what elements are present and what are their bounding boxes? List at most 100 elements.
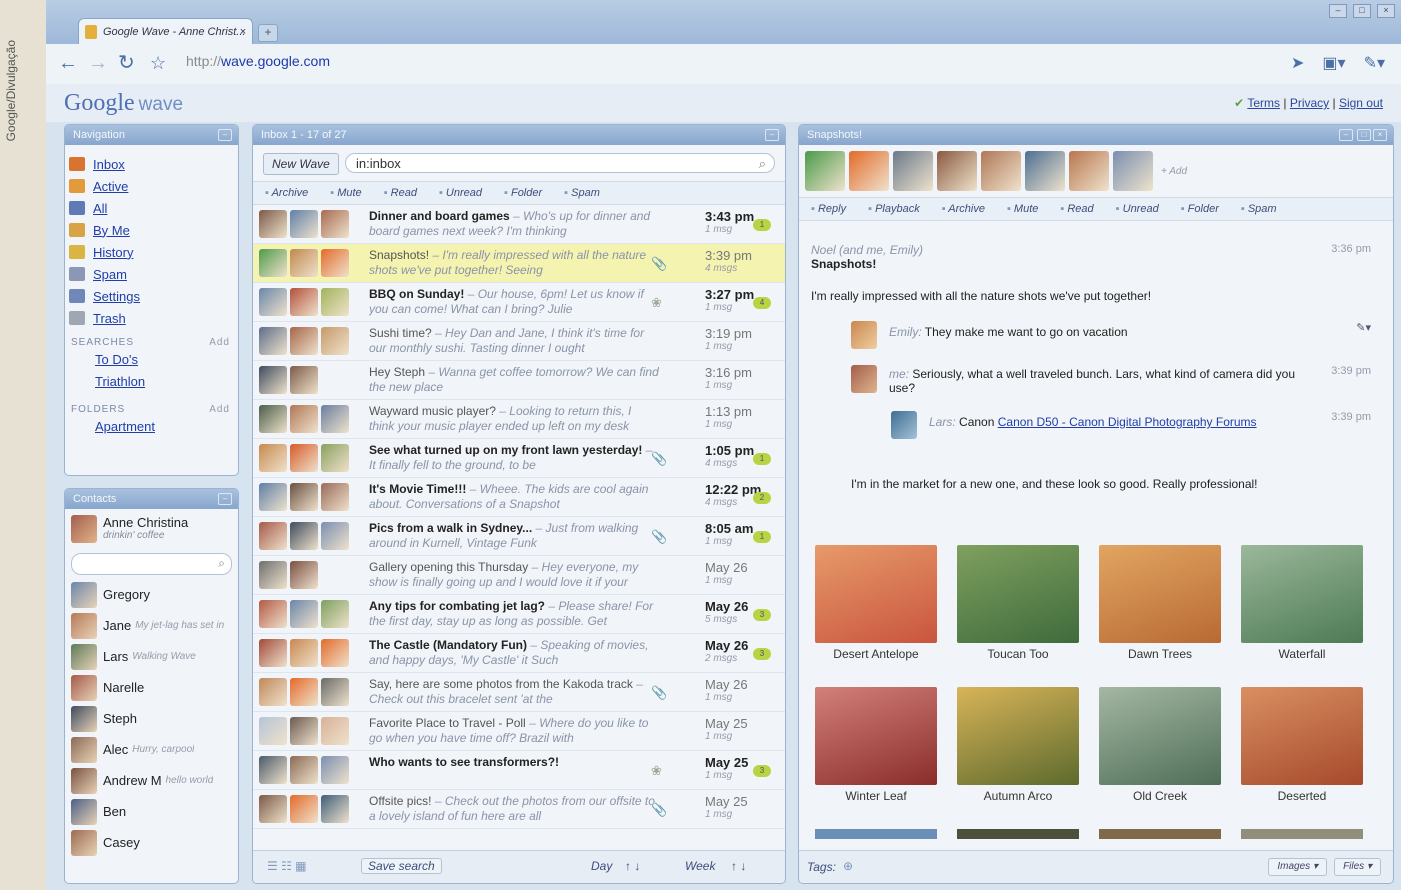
- wave-participant-avatar[interactable]: [937, 151, 977, 191]
- wave-participant-avatar[interactable]: [1069, 151, 1109, 191]
- terms-link[interactable]: Terms: [1247, 96, 1280, 110]
- inbox-action-read[interactable]: Read: [384, 187, 417, 199]
- folder-item[interactable]: Apartment: [95, 419, 238, 441]
- sort-day-arrows-icon[interactable]: ↑ ↓: [625, 859, 640, 873]
- photo-thumb-partial[interactable]: [1241, 829, 1363, 839]
- reply-blip-me[interactable]: me: Seriously, what a well traveled bunc…: [851, 365, 1371, 395]
- nav-item-label[interactable]: Active: [93, 179, 128, 194]
- minimize-inbox-icon[interactable]: –: [765, 129, 779, 141]
- photo-thumb-partial[interactable]: [815, 829, 937, 839]
- photo-thumbnail[interactable]: [815, 545, 937, 643]
- close-wave-icon[interactable]: ×: [1373, 129, 1387, 141]
- nav-item-label[interactable]: Spam: [93, 267, 127, 282]
- wave-action-archive[interactable]: Archive: [942, 203, 985, 215]
- reload-icon[interactable]: ↻: [118, 53, 135, 73]
- maximize-wave-icon[interactable]: □: [1357, 129, 1371, 141]
- searche-link[interactable]: To Do's: [95, 352, 138, 367]
- photo-thumbnail[interactable]: [1099, 545, 1221, 643]
- photo-thumbnail[interactable]: [1241, 545, 1363, 643]
- wave-row[interactable]: Any tips for combating jet lag? – Please…: [253, 595, 785, 634]
- photo-thumbnail[interactable]: [957, 545, 1079, 643]
- wave-action-spam[interactable]: Spam: [1241, 203, 1277, 215]
- contact-item[interactable]: Ben: [65, 796, 238, 827]
- inbox-action-spam[interactable]: Spam: [564, 187, 600, 199]
- inbox-search-input[interactable]: in:inbox ⌕: [345, 153, 775, 173]
- wave-row[interactable]: Who wants to see transformers?! May 25 1 …: [253, 751, 785, 790]
- wave-action-reply[interactable]: Reply: [811, 203, 846, 215]
- address-bar[interactable]: http://wave.google.com: [186, 53, 330, 69]
- inbox-action-mute[interactable]: Mute: [330, 187, 361, 199]
- minimize-icon[interactable]: –: [1329, 4, 1347, 18]
- minimize-contacts-icon[interactable]: –: [218, 493, 232, 505]
- wave-participant-avatar[interactable]: [1113, 151, 1153, 191]
- back-arrow-icon[interactable]: ←: [58, 53, 78, 73]
- contact-item[interactable]: Alec Hurry, carpool: [65, 734, 238, 765]
- photo-thumbnail[interactable]: [1241, 687, 1363, 785]
- sign-out-link[interactable]: Sign out: [1339, 96, 1383, 110]
- wave-row[interactable]: Snapshots! – I'm really impressed with a…: [253, 244, 785, 283]
- wave-row[interactable]: See what turned up on my front lawn yest…: [253, 439, 785, 478]
- searche-link[interactable]: Triathlon: [95, 374, 145, 389]
- privacy-link[interactable]: Privacy: [1290, 96, 1329, 110]
- wave-row[interactable]: BBQ on Sunday! – Our house, 6pm! Let us …: [253, 283, 785, 322]
- contact-item[interactable]: Casey: [65, 827, 238, 858]
- nav-item-label[interactable]: Settings: [93, 289, 140, 304]
- wave-row[interactable]: Pics from a walk in Sydney... – Just fro…: [253, 517, 785, 556]
- nav-item-all[interactable]: All: [69, 197, 238, 219]
- close-window-icon[interactable]: ×: [1377, 4, 1395, 18]
- nav-item-trash[interactable]: Trash: [69, 307, 238, 329]
- wave-row[interactable]: Gallery opening this Thursday – Hey ever…: [253, 556, 785, 595]
- add-tag-icon[interactable]: ⊕: [843, 859, 853, 873]
- close-tab-icon[interactable]: ×: [240, 19, 246, 44]
- nav-item-label[interactable]: History: [93, 245, 133, 260]
- wave-participant-avatar[interactable]: [981, 151, 1021, 191]
- wave-row[interactable]: Hey Steph – Wanna get coffee tomorrow? W…: [253, 361, 785, 400]
- wave-row[interactable]: Offsite pics! – Check out the photos fro…: [253, 790, 785, 829]
- wave-participant-avatar[interactable]: [1025, 151, 1065, 191]
- page-menu-icon[interactable]: ▣▾: [1322, 53, 1345, 73]
- list-view-icon[interactable]: ☰ ☷ ▦: [267, 859, 307, 873]
- maximize-icon[interactable]: □: [1353, 4, 1371, 18]
- minimize-panel-icon[interactable]: –: [218, 129, 232, 141]
- new-tab-button[interactable]: +: [258, 24, 278, 42]
- images-button[interactable]: Images ▾: [1268, 858, 1327, 876]
- folder-link[interactable]: Apartment: [95, 419, 155, 434]
- contact-item[interactable]: Narelle: [65, 672, 238, 703]
- wave-participant-avatar[interactable]: [849, 151, 889, 191]
- add-search-button[interactable]: Add: [209, 337, 230, 348]
- forward-arrow-icon[interactable]: →: [88, 53, 108, 73]
- wrench-menu-icon[interactable]: ✎▾: [1364, 53, 1385, 73]
- files-button[interactable]: Files ▾: [1334, 858, 1381, 876]
- nav-item-active[interactable]: Active: [69, 175, 238, 197]
- wave-action-folder[interactable]: Folder: [1181, 203, 1219, 215]
- photo-thumbnail[interactable]: [1099, 687, 1221, 785]
- nav-item-label[interactable]: Trash: [93, 311, 126, 326]
- root-blip[interactable]: Noel (and me, Emily) 3:36 pm Snapshots! …: [811, 243, 1371, 303]
- photo-thumb-partial[interactable]: [957, 829, 1079, 839]
- contact-item[interactable]: Andrew Mhello world: [65, 765, 238, 796]
- wave-row[interactable]: Sushi time? – Hey Dan and Jane, I think …: [253, 322, 785, 361]
- searche-item[interactable]: To Do's: [95, 352, 238, 374]
- blip-menu-icon[interactable]: ✎▾: [1356, 321, 1371, 334]
- wave-row[interactable]: It's Movie Time!!! – Wheee. The kids are…: [253, 478, 785, 517]
- wave-action-playback[interactable]: Playback: [868, 203, 920, 215]
- wave-row[interactable]: The Castle (Mandatory Fun) – Speaking of…: [253, 634, 785, 673]
- wave-row[interactable]: Say, here are some photos from the Kakod…: [253, 673, 785, 712]
- wave-action-unread[interactable]: Unread: [1116, 203, 1159, 215]
- camera-link[interactable]: Canon D50 - Canon Digital Photography Fo…: [998, 415, 1257, 429]
- nav-item-spam[interactable]: Spam: [69, 263, 238, 285]
- photo-thumbnail[interactable]: [957, 687, 1079, 785]
- sort-week-arrows-icon[interactable]: ↑ ↓: [731, 859, 746, 873]
- inbox-action-unread[interactable]: Unread: [439, 187, 482, 199]
- inbox-action-folder[interactable]: Folder: [504, 187, 542, 199]
- nav-item-by-me[interactable]: By Me: [69, 219, 238, 241]
- go-arrow-icon[interactable]: ➤: [1291, 53, 1304, 73]
- reply-blip-lars[interactable]: Lars: Canon Canon D50 - Canon Digital Ph…: [891, 411, 1371, 439]
- nav-item-label[interactable]: By Me: [93, 223, 130, 238]
- nav-item-inbox[interactable]: Inbox: [69, 153, 238, 175]
- nav-item-label[interactable]: Inbox: [93, 157, 125, 172]
- nav-item-label[interactable]: All: [93, 201, 107, 216]
- add-folder-button[interactable]: Add: [209, 404, 230, 415]
- browser-tab[interactable]: Google Wave - Anne Christ... ×: [78, 18, 253, 44]
- contact-item[interactable]: Gregory: [65, 579, 238, 610]
